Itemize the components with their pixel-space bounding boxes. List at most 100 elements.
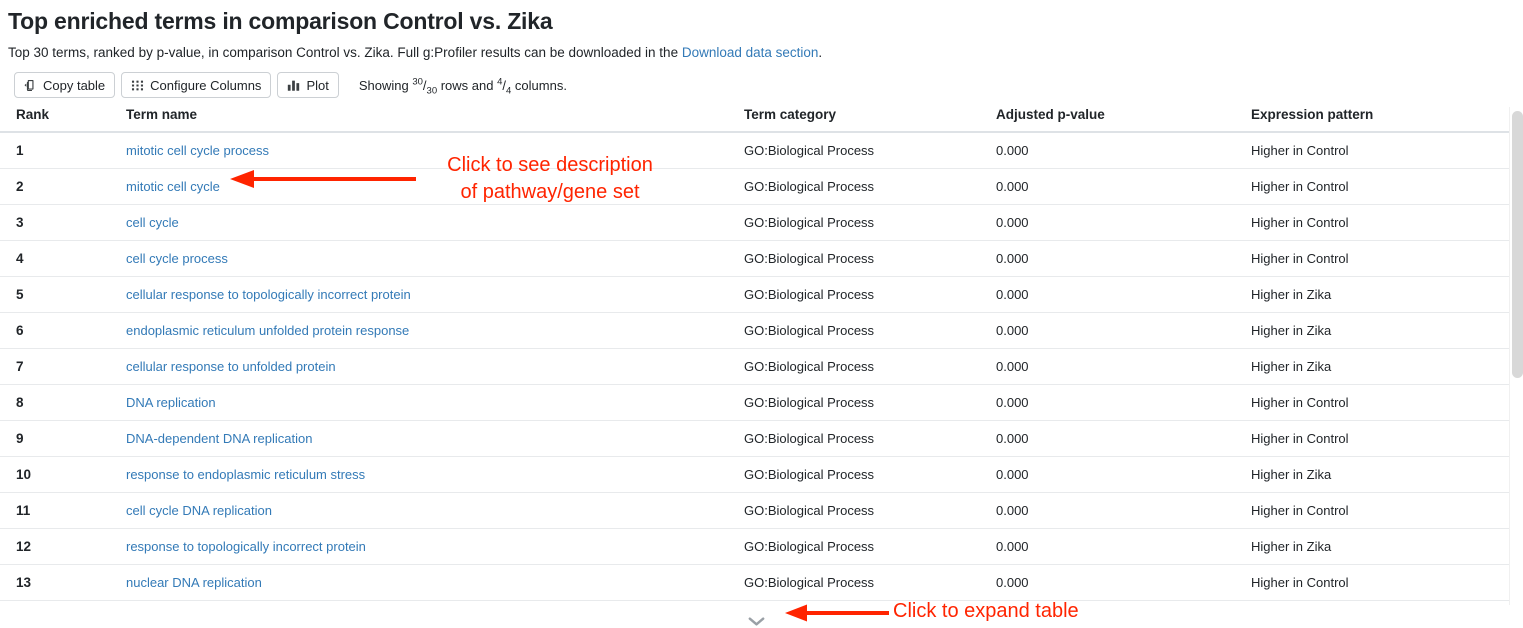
cell-expression-pattern: Higher in Zika: [1243, 276, 1513, 313]
cell-rank: 10: [0, 456, 118, 493]
cell-term-category: GO:Biological Process: [736, 204, 988, 241]
term-name-link[interactable]: cellular response to unfolded protein: [126, 359, 336, 374]
configure-columns-label: Configure Columns: [150, 77, 262, 93]
cell-term-category: GO:Biological Process: [736, 492, 988, 529]
table-vertical-scrollbar[interactable]: [1509, 107, 1523, 605]
chevron-down-icon[interactable]: [747, 615, 766, 628]
plot-label: Plot: [306, 77, 329, 93]
cell-term-category: GO:Biological Process: [736, 348, 988, 385]
term-name-link[interactable]: cellular response to topologically incor…: [126, 287, 411, 302]
column-header-term-category[interactable]: Term category: [736, 107, 988, 133]
term-name-link[interactable]: mitotic cell cycle process: [126, 143, 269, 158]
term-name-link[interactable]: DNA replication: [126, 395, 216, 410]
configure-columns-button[interactable]: Configure Columns: [121, 72, 272, 98]
results-table-container: Rank Term name Term category Adjusted p-…: [0, 107, 1523, 605]
cell-term-name: response to endoplasmic reticulum stress: [118, 456, 736, 493]
cell-rank: 11: [0, 492, 118, 529]
term-name-link[interactable]: cell cycle process: [126, 251, 228, 266]
cell-adjusted-p-value: 0.000: [988, 312, 1243, 349]
cell-adjusted-p-value: 0.000: [988, 276, 1243, 313]
cell-rank: 1: [0, 132, 118, 169]
plot-button[interactable]: Plot: [277, 72, 339, 98]
cell-expression-pattern: Higher in Zika: [1243, 456, 1513, 493]
table-row: 3 cell cycle GO:Biological Process 0.000 Hig…: [0, 204, 1513, 241]
cell-term-name: mitotic cell cycle: [118, 168, 736, 205]
enrichment-table-page: Top enriched terms in comparison Control…: [0, 0, 1523, 628]
copy-table-label: Copy table: [43, 77, 106, 93]
cell-expression-pattern: Higher in Control: [1243, 168, 1513, 205]
term-name-link[interactable]: endoplasmic reticulum unfolded protein r…: [126, 323, 409, 338]
term-name-link[interactable]: cell cycle: [126, 215, 179, 230]
cell-term-category: GO:Biological Process: [736, 456, 988, 493]
cell-expression-pattern: Higher in Zika: [1243, 528, 1513, 565]
cell-rank: 6: [0, 312, 118, 349]
cell-term-name: cell cycle process: [118, 240, 736, 277]
cell-term-category: GO:Biological Process: [736, 168, 988, 205]
table-body: 1 mitotic cell cycle process GO:Biological…: [0, 132, 1513, 605]
column-header-adjusted-p-value[interactable]: Adjusted p-value: [988, 107, 1243, 133]
subtitle-text-after: .: [818, 45, 823, 60]
term-name-link[interactable]: cell cycle DNA replication: [126, 503, 272, 518]
cell-term-category: GO:Biological Process: [736, 564, 988, 601]
cell-term-category: GO:Biological Process: [736, 276, 988, 313]
cell-term-name: cell cycle DNA replication: [118, 492, 736, 529]
cols-numerator: 4: [497, 76, 503, 88]
cell-term-category: GO:Biological Process: [736, 420, 988, 457]
table-row: 2 mitotic cell cycle GO:Biological Process…: [0, 168, 1513, 205]
cell-rank: 2: [0, 168, 118, 205]
cell-expression-pattern: Higher in Zika: [1243, 348, 1513, 385]
cell-adjusted-p-value: 0.000: [988, 456, 1243, 493]
term-name-link[interactable]: nuclear DNA replication: [126, 575, 262, 590]
term-name-link[interactable]: response to topologically incorrect prot…: [126, 539, 366, 554]
grid-dots-icon: [131, 79, 144, 92]
table-toolbar: Copy table Configure Columns Plot Showin…: [0, 62, 1523, 98]
column-header-rank[interactable]: Rank: [0, 107, 118, 133]
cell-rank: 5: [0, 276, 118, 313]
cell-adjusted-p-value: 0.000: [988, 420, 1243, 457]
cell-term-name: DNA replication: [118, 384, 736, 421]
column-header-expression-pattern[interactable]: Expression pattern: [1243, 107, 1513, 133]
table-row: 8 DNA replication GO:Biological Process 0.0…: [0, 384, 1513, 421]
cell-term-name: cell cycle: [118, 204, 736, 241]
showing-suffix: columns.: [511, 77, 567, 93]
term-name-link[interactable]: DNA-dependent DNA replication: [126, 431, 312, 446]
cell-term-category: GO:Biological Process: [736, 240, 988, 277]
cell-expression-pattern: Higher in Zika: [1243, 312, 1513, 349]
showing-counts: Showing 30/30 rows and 4/4 columns.: [358, 76, 567, 97]
cell-expression-pattern: Higher in Control: [1243, 384, 1513, 421]
cell-adjusted-p-value: 0.000: [988, 168, 1243, 205]
cell-term-name: nuclear DNA replication: [118, 564, 736, 601]
table-header-row: Rank Term name Term category Adjusted p-…: [0, 107, 1513, 133]
table-row: 4 cell cycle process GO:Biological Process…: [0, 240, 1513, 277]
term-name-link[interactable]: mitotic cell cycle: [126, 179, 220, 194]
cell-expression-pattern: Higher in Control: [1243, 132, 1513, 169]
cell-rank: 13: [0, 564, 118, 601]
table-row: 5 cellular response to topologically inco…: [0, 276, 1513, 313]
table-row: 11 cell cycle DNA replication GO:Biologica…: [0, 492, 1513, 529]
term-name-link[interactable]: response to endoplasmic reticulum stress: [126, 467, 365, 482]
cell-adjusted-p-value: 0.000: [988, 528, 1243, 565]
cell-adjusted-p-value: 0.000: [988, 348, 1243, 385]
showing-prefix: Showing: [358, 77, 413, 93]
expand-table-bar: [0, 605, 1513, 628]
cell-term-category: GO:Biological Process: [736, 528, 988, 565]
enriched-terms-table: Rank Term name Term category Adjusted p-…: [0, 107, 1513, 605]
cell-expression-pattern: Higher in Control: [1243, 240, 1513, 277]
table-row: 7 cellular response to unfolded protein GO…: [0, 348, 1513, 385]
download-data-section-link[interactable]: Download data section: [682, 45, 819, 60]
cell-rank: 12: [0, 528, 118, 565]
scrollbar-thumb[interactable]: [1512, 111, 1523, 378]
cell-adjusted-p-value: 0.000: [988, 204, 1243, 241]
column-header-term-name[interactable]: Term name: [118, 107, 736, 133]
cell-adjusted-p-value: 0.000: [988, 132, 1243, 169]
table-row: 1 mitotic cell cycle process GO:Biological…: [0, 132, 1513, 169]
page-subtitle: Top 30 terms, ranked by p-value, in comp…: [0, 36, 1523, 62]
copy-table-button[interactable]: Copy table: [14, 72, 116, 98]
cell-adjusted-p-value: 0.000: [988, 240, 1243, 277]
cell-term-name: endoplasmic reticulum unfolded protein r…: [118, 312, 736, 349]
cell-term-category: GO:Biological Process: [736, 384, 988, 421]
cell-rank: 7: [0, 348, 118, 385]
cell-expression-pattern: Higher in Control: [1243, 420, 1513, 457]
cell-adjusted-p-value: 0.000: [988, 564, 1243, 601]
cell-term-name: DNA-dependent DNA replication: [118, 420, 736, 457]
